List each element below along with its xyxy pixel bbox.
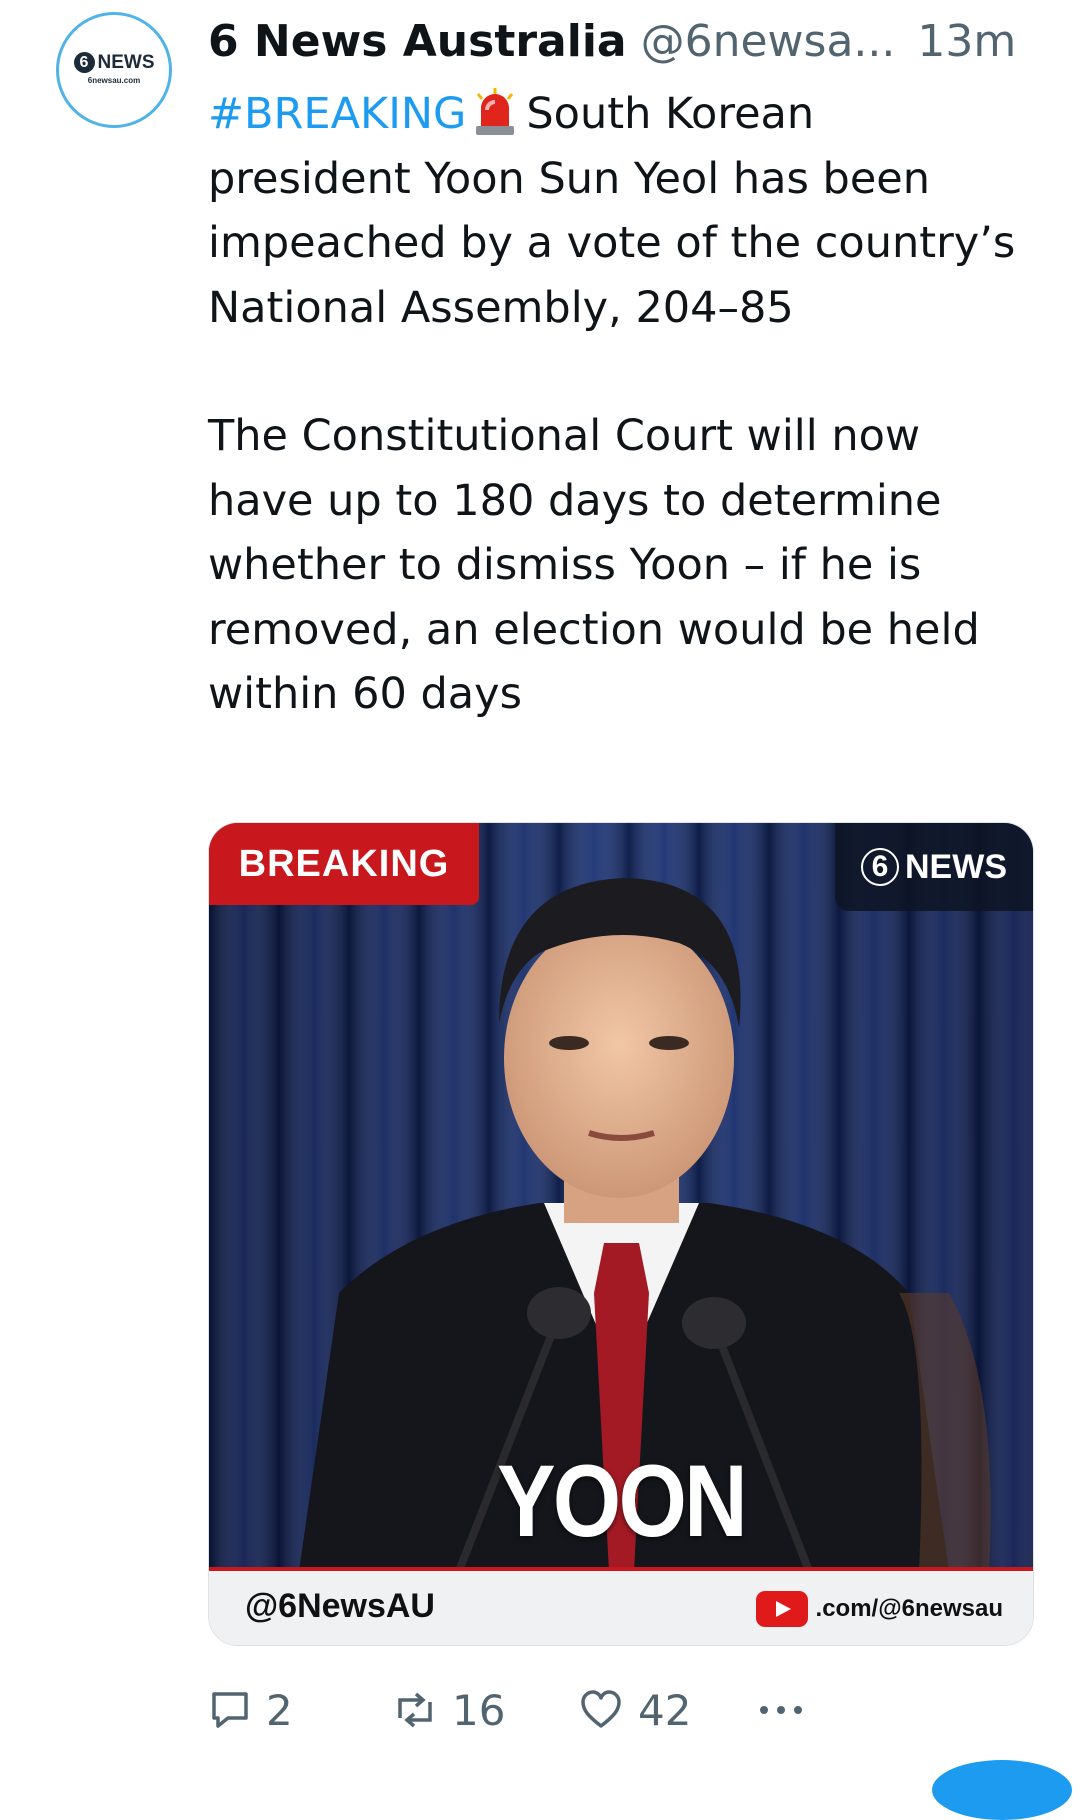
- breaking-badge: BREAKING: [209, 823, 479, 905]
- image-footer-youtube: .com/@6newsau: [755, 1591, 1003, 1627]
- tweet-line-1-rest: South Korean: [526, 89, 815, 139]
- avatar-logo-mark: 6: [73, 52, 95, 73]
- reply-count: 2: [266, 1685, 293, 1735]
- like-button[interactable]: 42: [578, 1680, 691, 1740]
- like-count: 42: [638, 1685, 692, 1735]
- more-button[interactable]: [756, 1680, 806, 1740]
- avatar-logo: 6 NEWS: [73, 51, 155, 74]
- avatar-logo-word: NEWS: [97, 51, 155, 73]
- hashtag-link[interactable]: #BREAKING: [208, 89, 466, 139]
- retweet-count: 16: [452, 1685, 506, 1735]
- tweet-header: 6 News Australia @6newsa... 13m: [208, 14, 1038, 70]
- tweet-time[interactable]: 13m: [917, 16, 1016, 67]
- author-handle[interactable]: @6newsa...: [641, 16, 896, 67]
- comment-icon: [208, 1688, 252, 1732]
- compose-button[interactable]: [932, 1760, 1072, 1820]
- youtube-icon: [755, 1591, 808, 1627]
- avatar-logo-url: 6newsau.com: [87, 75, 141, 85]
- 6news-logo: 6 NEWS: [835, 823, 1033, 911]
- 6news-logo-mark: 6: [861, 848, 899, 886]
- tweet-paragraph-2: The Constitutional Court will now have u…: [208, 411, 980, 719]
- tweet-paragraph-1-rest: president Yoon Sun Yeol has been impeach…: [208, 153, 1016, 333]
- author-name[interactable]: 6 News Australia: [208, 16, 627, 67]
- tweet-text: #BREAKING South Korean president Yoon Su…: [208, 82, 1028, 727]
- retweet-button[interactable]: 16: [392, 1680, 505, 1740]
- retweet-icon: [392, 1688, 438, 1732]
- tweet-paragraph-1: #BREAKING South Korean president Yoon Su…: [208, 82, 1028, 340]
- heart-icon: [578, 1688, 624, 1732]
- image-footer-handle: @6NewsAU: [245, 1587, 435, 1625]
- 6news-logo-word: NEWS: [905, 847, 1007, 886]
- police-car-light-icon: [472, 86, 518, 136]
- avatar[interactable]: 6 NEWS 6newsau.com: [56, 12, 172, 128]
- tweet-actions: 2 16 42: [208, 1680, 1038, 1740]
- tweet-media-image[interactable]: BREAKING 6 NEWS YOON IMPEACHED @6NewsAU …: [208, 822, 1034, 1646]
- image-footer-youtube-text: .com/@6newsau: [815, 1595, 1003, 1622]
- reply-button[interactable]: 2: [208, 1680, 293, 1740]
- image-footer: @6NewsAU .com/@6newsau: [209, 1571, 1033, 1645]
- more-dots-icon: [756, 1700, 806, 1720]
